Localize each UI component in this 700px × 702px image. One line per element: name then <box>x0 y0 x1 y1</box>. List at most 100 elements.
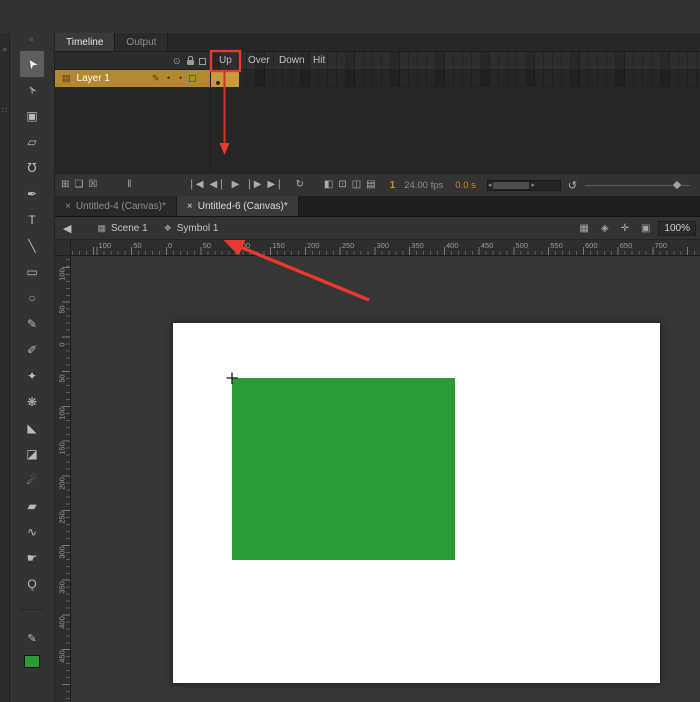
ruler-label: 700 <box>655 241 668 250</box>
edit-scene-button[interactable]: ▦ <box>579 223 588 234</box>
timeline-zoom-slider[interactable] <box>585 180 690 191</box>
new-folder-button[interactable]: ❏ <box>74 180 83 190</box>
layer-row-left[interactable]: ▤ Layer 1 ✎ • • <box>55 70 211 87</box>
text-tool[interactable]: T <box>20 207 44 233</box>
stage-area[interactable] <box>71 256 700 702</box>
delete-layer-button[interactable]: ☒ <box>88 180 97 190</box>
outline-all-layers-icon[interactable] <box>199 58 206 65</box>
paint-bucket-tool-icon: ◣ <box>27 422 36 434</box>
docked-panel-strip[interactable]: ≡ ∷ <box>0 33 10 702</box>
ruler-label: 300 <box>377 241 390 250</box>
drawn-rectangle[interactable] <box>232 378 455 560</box>
oval-tool[interactable]: ○ <box>20 285 44 311</box>
frame-state-label-over[interactable]: Over <box>248 55 270 66</box>
reset-timeline-zoom-button[interactable]: ↺ <box>568 179 577 192</box>
zoom-level-select[interactable]: 100% <box>658 221 696 236</box>
breadcrumb-symbol[interactable]: ❖ Symbol 1 <box>164 223 219 234</box>
eraser-tool[interactable]: ▰ <box>20 493 44 519</box>
layer-lock-dot[interactable]: • <box>179 73 182 83</box>
frame-state-label-down[interactable]: Down <box>279 55 305 66</box>
paint-bucket-tool[interactable]: ◣ <box>20 415 44 441</box>
hand-tool[interactable]: ☛ <box>20 545 44 571</box>
play-button[interactable]: ▶ <box>232 180 240 190</box>
deco-tool[interactable]: ❋ <box>20 389 44 415</box>
frame-state-label-up[interactable]: Up <box>219 55 232 66</box>
close-tab-icon[interactable]: × <box>187 201 193 212</box>
line-tool[interactable]: ╲ <box>20 233 44 259</box>
onion-skin-button[interactable]: ◧ <box>324 180 333 190</box>
ruler-label: 100 <box>58 407 67 421</box>
step-back-button[interactable]: ◀❘ <box>210 180 226 190</box>
step-forward-button[interactable]: ❘▶ <box>245 180 261 190</box>
layer-visibility-dot[interactable]: • <box>167 73 170 83</box>
line-tool-icon: ╲ <box>28 240 35 252</box>
ruler-corner <box>55 240 71 256</box>
timeline-panel: TimelineOutput ⊙ Up Over Down Hit ▤ Layer 1… <box>55 33 700 196</box>
free-transform-tool[interactable]: ▣ <box>20 103 44 129</box>
go-to-first-frame-button[interactable]: ❘◀ <box>187 180 203 190</box>
go-to-last-frame-button[interactable]: ▶❘ <box>267 180 283 190</box>
slider-handle[interactable] <box>673 181 681 189</box>
fill-color-swatch[interactable] <box>24 655 40 668</box>
document-tab-label: Untitled-6 (Canvas)* <box>198 201 288 212</box>
edit-multiple-frames-button[interactable]: ◫ <box>352 180 361 190</box>
selection-tool[interactable]: ➤ <box>20 51 44 77</box>
panel-tab-output[interactable]: Output <box>115 33 168 51</box>
loop-button[interactable]: ↻ <box>295 180 303 190</box>
timeline-scrollbar[interactable]: ◂ ▸ <box>487 180 561 191</box>
layer-name[interactable]: Layer 1 <box>77 73 110 84</box>
edit-bar-buttons: ▦ ◈ ✛ ▣ <box>579 223 650 234</box>
panel-tab-timeline[interactable]: Timeline <box>55 33 115 51</box>
modify-markers-button[interactable]: ▤ <box>366 180 375 190</box>
eraser-tool-icon: ▰ <box>27 500 36 512</box>
layer-outline-color-swatch[interactable] <box>189 75 196 82</box>
scroll-left-icon[interactable]: ◂ <box>488 181 492 189</box>
lock-all-layers-icon[interactable] <box>187 60 194 65</box>
layer-row[interactable]: ▤ Layer 1 ✎ • • <box>55 70 700 87</box>
layer-frames[interactable] <box>211 70 700 86</box>
symbol-label: Symbol 1 <box>177 223 219 234</box>
panel-grip-icon: ≡ <box>0 47 9 54</box>
document-tab[interactable]: ×Untitled-4 (Canvas)* <box>55 196 177 216</box>
spray-brush-tool[interactable]: ✦ <box>20 363 44 389</box>
brush-tool[interactable]: ✐ <box>20 337 44 363</box>
close-tab-icon[interactable]: × <box>65 201 71 212</box>
pen-tool[interactable]: ✒ <box>20 181 44 207</box>
scroll-right-icon[interactable]: ▸ <box>531 181 535 189</box>
width-tool[interactable]: ∿ <box>20 519 44 545</box>
panel-tab-bar: TimelineOutput <box>55 33 700 52</box>
rectangle-tool[interactable]: ▭ <box>20 259 44 285</box>
canvas[interactable] <box>173 323 660 683</box>
new-layer-button[interactable]: ⊞ <box>61 180 69 190</box>
subselection-tool[interactable]: ➢ <box>20 77 44 103</box>
eyedropper-tool[interactable]: ☄ <box>20 467 44 493</box>
edit-bar: ◀ ▦ Scene 1 ❖ Symbol 1 ▦ ◈ ✛ ▣ 100% <box>55 217 700 240</box>
gradient-transform-tool[interactable]: ▱ <box>20 129 44 155</box>
zoom-tool[interactable]: Ǫ <box>20 571 44 597</box>
selected-frame-cell[interactable] <box>211 70 239 87</box>
tools-panel-grip-icon[interactable]: ≡ <box>10 33 54 47</box>
stroke-color-control[interactable]: ✎ <box>10 632 54 645</box>
breadcrumb-scene[interactable]: ▦ Scene 1 <box>97 223 147 234</box>
center-stage-button[interactable]: ✛ <box>621 223 629 234</box>
ink-bottle-tool[interactable]: ◪ <box>20 441 44 467</box>
scrollbar-thumb[interactable] <box>493 182 529 189</box>
back-button[interactable]: ◀ <box>63 222 71 235</box>
keyframe-dot <box>216 81 220 85</box>
lasso-tool[interactable]: ℧ <box>20 155 44 181</box>
ruler-label: 100 <box>238 241 251 250</box>
frame-state-label-hit[interactable]: Hit <box>313 55 325 66</box>
flash-application-window: ≡ ∷ ≡ ➤➢▣▱℧✒T╲▭○✎✐✦❋◣◪☄▰∿☛Ǫ ✎ TimelineOu… <box>0 0 700 702</box>
edit-symbols-button[interactable]: ◈ <box>601 223 609 234</box>
ruler-label: 50 <box>203 241 211 250</box>
show-hide-all-layers-icon[interactable]: ⊙ <box>173 56 181 66</box>
onion-skin-outlines-button[interactable]: ⊡ <box>338 180 346 190</box>
ruler-label: 100 <box>58 268 67 282</box>
ruler-label: 200 <box>307 241 320 250</box>
pencil-tool[interactable]: ✎ <box>20 311 44 337</box>
center-frame-button[interactable]: ‖ <box>127 180 131 190</box>
oval-tool-icon: ○ <box>28 292 35 304</box>
clip-content-button[interactable]: ▣ <box>641 223 650 234</box>
frame-rate-display[interactable]: 24.00 fps <box>404 180 443 191</box>
document-tab[interactable]: × Untitled-6 (Canvas)* <box>177 196 299 216</box>
